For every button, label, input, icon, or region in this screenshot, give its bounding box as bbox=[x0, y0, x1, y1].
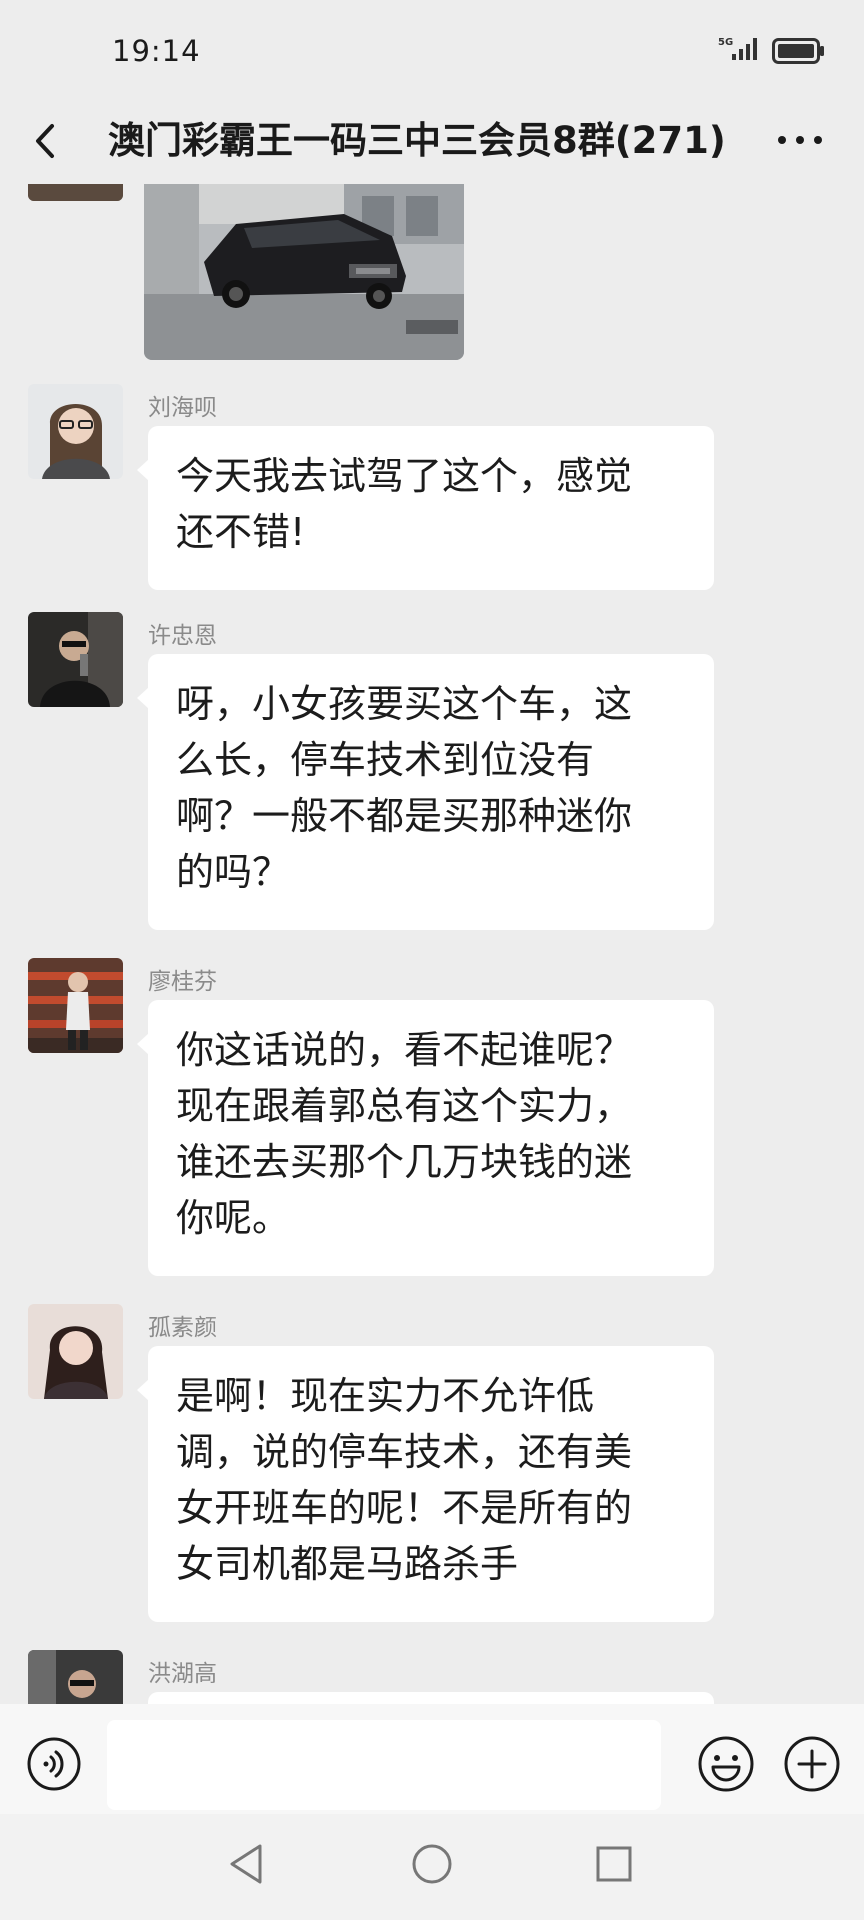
nav-recent-icon[interactable] bbox=[594, 1844, 634, 1888]
message-line: 么长，停车技术到位没有 bbox=[176, 738, 595, 782]
message-bubble[interactable]: 是啊！现在实力不允许低 调，说的停车技术，还有美 女开班车的呢！不是所有的 女司… bbox=[137, 1346, 714, 1622]
message-input[interactable] bbox=[107, 1720, 661, 1810]
plus-icon[interactable] bbox=[782, 1734, 842, 1798]
group-title: 澳门彩霸王一码三中三会员8群(271) bbox=[108, 119, 726, 162]
message-line: 你呢。 bbox=[176, 1196, 291, 1240]
message-line: 的吗？ bbox=[176, 850, 291, 894]
message-line: 啊？一般不都是买那种迷你 bbox=[176, 794, 633, 838]
chat-header: 澳门彩霸王一码三中三会员8群(271) bbox=[0, 100, 864, 184]
sender-name: 孤素颜 bbox=[148, 1315, 217, 1341]
avatar[interactable] bbox=[28, 958, 123, 1053]
system-nav-bar bbox=[0, 1814, 864, 1920]
message-bubble[interactable]: 呀，小女孩要买这个车，这 么长，停车技术到位没有 啊？一般不都是买那种迷你 的吗… bbox=[137, 654, 714, 930]
sender-name: 许忠恩 bbox=[148, 623, 217, 649]
message-line: 女开班车的呢！不是所有的 bbox=[176, 1486, 633, 1530]
message-line: 是啊！现在实力不允许低 bbox=[176, 1374, 595, 1418]
voice-icon[interactable] bbox=[26, 1736, 82, 1796]
message-bubble[interactable] bbox=[148, 1692, 714, 1704]
chat-area[interactable]: 刘海呗 今天我去试驾了这个，感觉 还不错! 许忠恩 呀，小女孩要买这个车，这 么… bbox=[0, 184, 864, 1704]
more-icon[interactable] bbox=[770, 120, 830, 160]
message-line: 你这话说的，看不起谁呢？ bbox=[176, 1028, 633, 1072]
nav-home-icon[interactable] bbox=[410, 1842, 454, 1890]
avatar[interactable] bbox=[28, 384, 123, 479]
network-label: 5G bbox=[718, 37, 733, 48]
avatar[interactable] bbox=[28, 612, 123, 707]
nav-back-icon[interactable] bbox=[226, 1842, 266, 1890]
sender-name: 刘海呗 bbox=[148, 395, 217, 421]
signal-icon: 5G bbox=[718, 34, 766, 68]
sender-name: 洪湖高 bbox=[148, 1661, 217, 1687]
avatar[interactable] bbox=[28, 184, 123, 201]
message-line: 谁还去买那个几万块钱的迷 bbox=[176, 1140, 633, 1184]
avatar[interactable] bbox=[28, 1304, 123, 1399]
message-line: 今天我去试驾了这个，感觉 bbox=[176, 454, 633, 498]
car-photo[interactable] bbox=[144, 184, 464, 360]
message-line: 还不错! bbox=[176, 510, 306, 554]
avatar[interactable] bbox=[28, 1650, 123, 1704]
status-bar: 19:14 5G bbox=[0, 0, 864, 100]
sender-name: 廖桂芬 bbox=[148, 969, 217, 995]
message-line: 现在跟着郭总有这个实力， bbox=[176, 1084, 633, 1128]
emoji-icon[interactable] bbox=[696, 1734, 756, 1798]
message-line: 调，说的停车技术，还有美 bbox=[176, 1430, 633, 1474]
back-arrow-icon[interactable] bbox=[28, 114, 78, 168]
input-bar bbox=[0, 1704, 864, 1814]
message-line: 女司机都是马路杀手 bbox=[176, 1542, 519, 1586]
battery-icon bbox=[772, 38, 826, 68]
message-bubble[interactable]: 今天我去试驾了这个，感觉 还不错! bbox=[137, 426, 714, 590]
status-time: 19:14 bbox=[112, 34, 201, 68]
message-bubble[interactable]: 你这话说的，看不起谁呢？ 现在跟着郭总有这个实力， 谁还去买那个几万块钱的迷 你… bbox=[137, 1000, 714, 1276]
message-line: 呀，小女孩要买这个车，这 bbox=[176, 682, 633, 726]
